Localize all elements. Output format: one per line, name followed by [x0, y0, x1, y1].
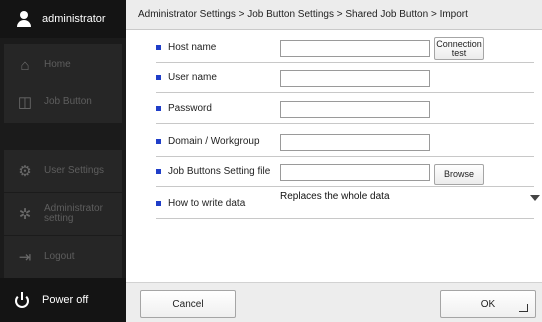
sidebar-item-label: User Settings — [44, 165, 105, 176]
ok-label: OK — [480, 298, 496, 310]
host-name-row: Host name Connection test — [156, 33, 534, 63]
domain-row: Domain / Workgroup — [156, 127, 534, 157]
domain-label: Domain / Workgroup — [168, 136, 260, 147]
sidebar-item-label: Logout — [44, 251, 75, 262]
chevron-down-icon[interactable] — [530, 195, 540, 201]
admin-gear-icon: ✲ — [18, 205, 32, 223]
enter-icon — [519, 304, 528, 312]
sidebar-item-label: Job Button — [44, 96, 92, 107]
power-off-label: Power off — [42, 294, 89, 306]
power-icon — [14, 292, 30, 308]
bullet-icon — [156, 45, 161, 50]
sidebar-item-user-settings[interactable]: ⚙ User Settings — [4, 150, 122, 192]
bullet-icon — [156, 75, 161, 80]
user-header: administrator — [0, 0, 126, 38]
settings-file-input[interactable] — [280, 164, 430, 181]
password-label: Password — [168, 103, 212, 114]
user-settings-icon: ⚙ — [18, 162, 32, 180]
settings-file-label: Job Buttons Setting file — [168, 166, 271, 177]
sidebar-item-job-button[interactable]: ◫ Job Button — [4, 81, 122, 123]
user-name-input[interactable] — [280, 70, 430, 87]
logout-icon: ⇥ — [18, 248, 32, 266]
power-off-button[interactable]: Power off — [0, 278, 126, 322]
password-input[interactable] — [280, 101, 430, 118]
ok-button[interactable]: OK — [440, 290, 536, 318]
browse-button[interactable]: Browse — [434, 164, 484, 185]
connection-test-button[interactable]: Connection test — [434, 37, 484, 60]
user-name: administrator — [42, 13, 106, 25]
breadcrumb: Administrator Settings > Job Button Sett… — [126, 0, 542, 30]
write-mode-select[interactable]: Replaces the whole data — [280, 191, 530, 202]
bullet-icon — [156, 106, 161, 111]
cancel-button[interactable]: Cancel — [140, 290, 236, 318]
user-name-row: User name — [156, 63, 534, 93]
host-name-label: Host name — [168, 42, 217, 53]
bullet-icon — [156, 201, 161, 206]
sidebar-item-label: Administrator setting — [44, 203, 103, 224]
user-name-label: User name — [168, 72, 217, 83]
settings-file-row: Job Buttons Setting file Browse — [156, 157, 534, 187]
footer-bar: Cancel OK — [126, 282, 542, 322]
home-icon: ⌂ — [20, 56, 30, 74]
sidebar-item-home[interactable]: ⌂ Home — [4, 44, 122, 86]
user-icon — [16, 11, 32, 27]
sidebar-item-administrator-setting[interactable]: ✲ Administrator setting — [4, 193, 122, 235]
bullet-icon — [156, 139, 161, 144]
write-mode-label: How to write data — [168, 198, 246, 209]
sidebar: administrator ⌂ Home ◫ Job Button ⚙ User… — [0, 0, 126, 322]
write-mode-row: How to write data Replaces the whole dat… — [156, 189, 540, 219]
sidebar-item-label: Home — [44, 59, 71, 70]
breadcrumb-text: Administrator Settings > Job Button Sett… — [138, 9, 468, 20]
sidebar-item-logout[interactable]: ⇥ Logout — [4, 236, 122, 278]
bullet-icon — [156, 169, 161, 174]
domain-input[interactable] — [280, 134, 430, 151]
host-name-input[interactable] — [280, 40, 430, 57]
job-button-icon: ◫ — [17, 93, 33, 111]
sidebar-spacer — [4, 123, 122, 153]
password-row: Password — [156, 94, 534, 124]
